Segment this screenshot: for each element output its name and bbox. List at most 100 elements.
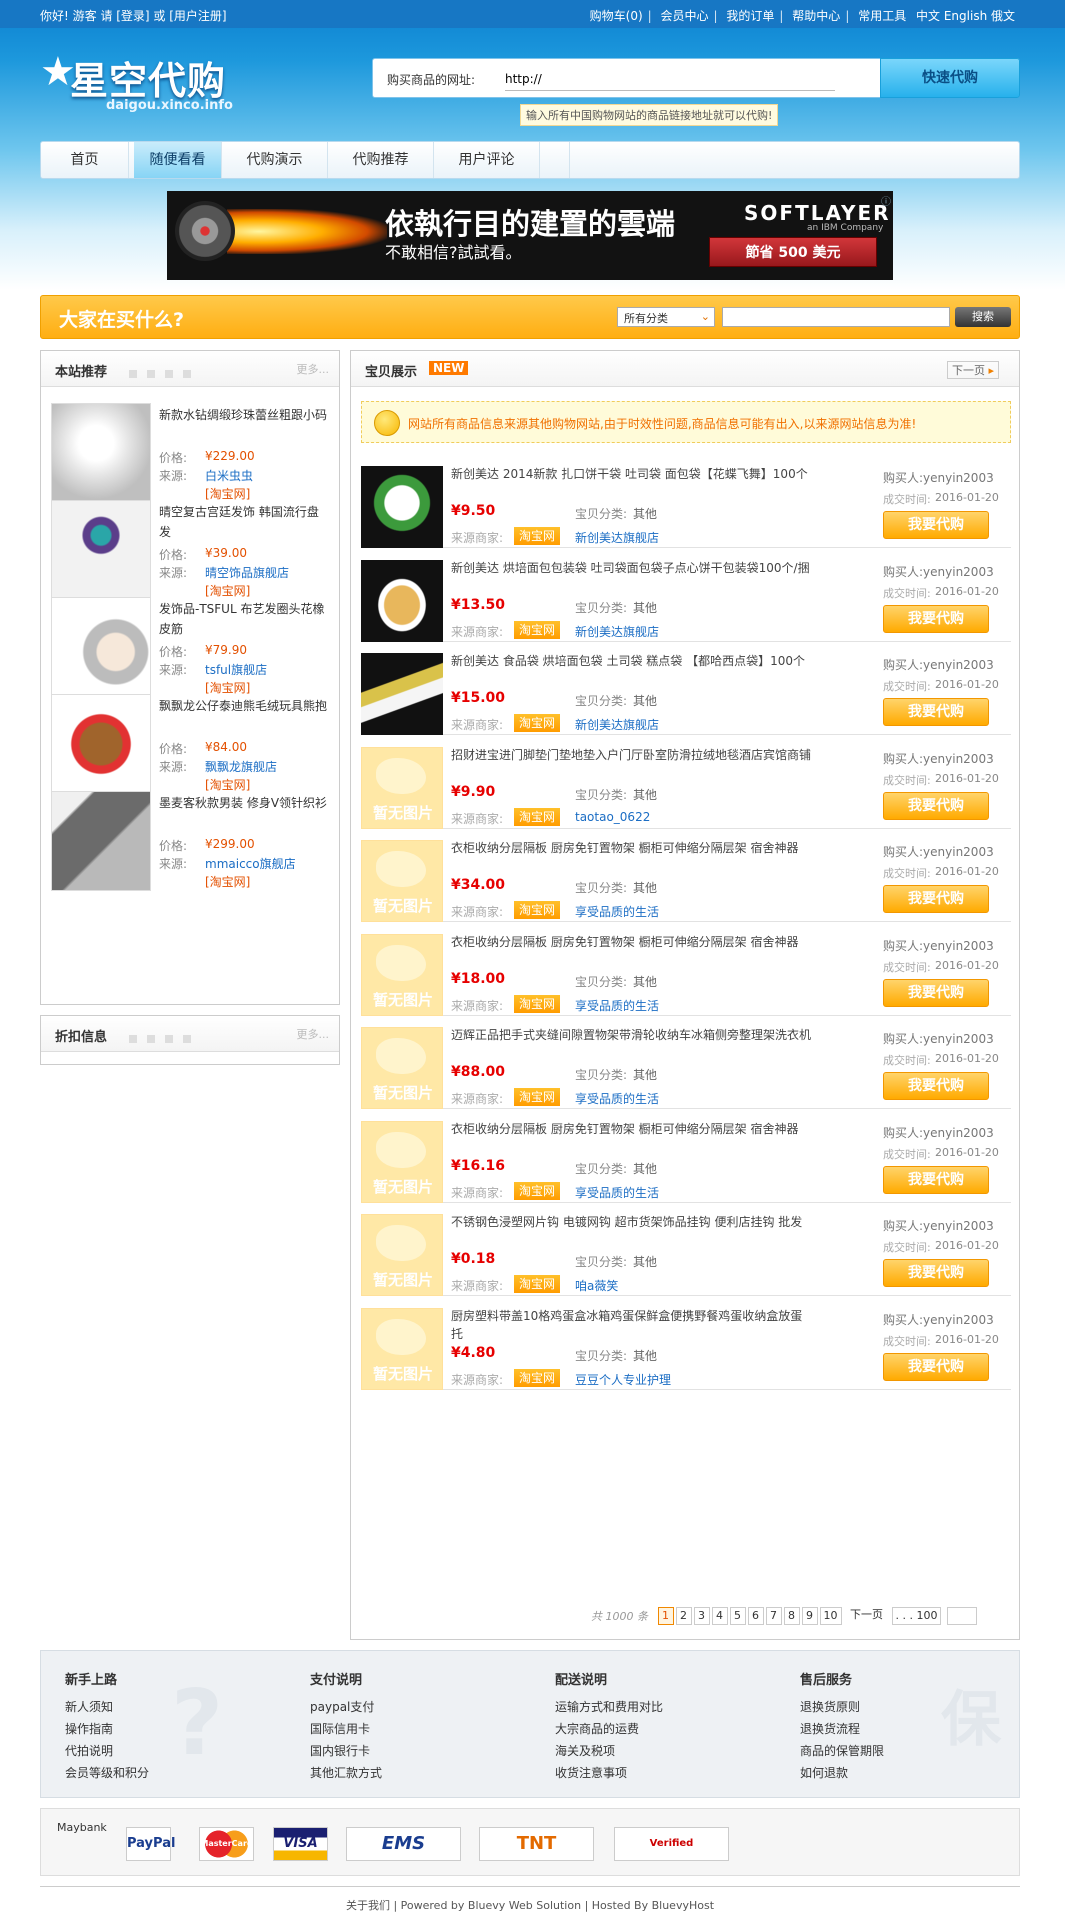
taobao-tag[interactable]: 淘宝网	[514, 901, 560, 919]
taobao-tag[interactable]: 淘宝网	[514, 527, 560, 545]
product-image[interactable]	[361, 559, 443, 642]
taobao-tag[interactable]: 淘宝网	[514, 807, 560, 826]
taobao-tag[interactable]: 淘宝网	[514, 1275, 560, 1293]
footer-link[interactable]: 会员等级和积分	[65, 1762, 265, 1784]
shop-link[interactable]: tsful旗舰店	[205, 661, 267, 678]
recommend-item[interactable]: 发饰品-TSFUL 布艺发圈头花橡皮筋 价格: ¥79.90 来源: tsful…	[51, 597, 329, 701]
footer-link[interactable]: 退换货流程	[800, 1718, 1000, 1740]
product-title[interactable]: 新创美达 2014新款 扎口饼干袋 吐司袋 面包袋【花蝶飞舞】100个	[451, 465, 811, 483]
page-number[interactable]: 7	[765, 1607, 782, 1625]
taobao-tag[interactable]: [淘宝网]	[205, 873, 250, 890]
product-title[interactable]: 招财进宝进门脚垫门垫地垫入户门厅卧室防滑拉绒地毯酒店宾馆商铺	[451, 746, 811, 764]
product-image[interactable]	[361, 466, 443, 548]
site-logo[interactable]: ★ 星空代购 daigou.xinco.info	[40, 48, 240, 118]
product-title[interactable]: 厨房塑料带盖10格鸡蛋盒冰箱鸡蛋保鲜盒便携野餐鸡蛋收纳盒放蛋托	[451, 1307, 811, 1343]
recommend-item[interactable]: 墨麦客秋款男装 修身V领针织衫 价格: ¥299.00 来源: mmaicco旗…	[51, 791, 329, 895]
product-name[interactable]: 晴空复古宫廷发饰 韩国流行盘发	[159, 502, 329, 542]
shop-link[interactable]: 享受品质的生活	[575, 1090, 659, 1107]
product-title[interactable]: 新创美达 烘培面包包装袋 吐司袋面包袋子点心饼干包装袋100个/捆	[451, 559, 811, 577]
nav-demo[interactable]: 代购演示	[222, 142, 328, 178]
product-thumbnail[interactable]	[51, 791, 151, 891]
greeting-text[interactable]: 你好! 游客 请 [登录] 或 [用户注册]	[40, 7, 227, 24]
product-title[interactable]: 不锈钢色浸塑网片钩 电镀网钩 超市货架饰品挂钩 便利店挂钩 批发	[451, 1213, 811, 1231]
url-input[interactable]	[505, 67, 835, 91]
shop-link[interactable]: mmaicco旗舰店	[205, 855, 296, 872]
footer-link[interactable]: paypal支付	[310, 1696, 510, 1718]
footer-link[interactable]: 国际信用卡	[310, 1718, 510, 1740]
taobao-tag[interactable]: 淘宝网	[514, 994, 560, 1013]
footer-link[interactable]: 新人须知	[65, 1696, 265, 1718]
page-number[interactable]: 4	[711, 1607, 728, 1625]
cart-link[interactable]: 购物车(0)	[590, 9, 643, 23]
taobao-tag[interactable]: 淘宝网	[514, 620, 560, 639]
page-number[interactable]: 9	[801, 1607, 818, 1625]
footer-link[interactable]: 退换货原则	[800, 1696, 1000, 1718]
footer-link[interactable]: 其他汇款方式	[310, 1762, 510, 1784]
footer-link[interactable]: 代拍说明	[65, 1740, 265, 1762]
my-orders-link[interactable]: 我的订单	[726, 9, 774, 23]
no-image-placeholder[interactable]: 暂无图片	[361, 1214, 443, 1296]
footer-link[interactable]: 商品的保管期限	[800, 1740, 1000, 1762]
buy-button[interactable]: 我要代购	[883, 1352, 989, 1381]
product-name[interactable]: 飘飘龙公仔泰迪熊毛绒玩具熊抱	[159, 696, 329, 736]
product-title[interactable]: 迈辉正品把手式夹缝间隙置物架带滑轮收纳车冰箱侧旁整理架洗衣机	[451, 1026, 811, 1044]
shop-link[interactable]: 白米虫虫	[205, 467, 253, 484]
product-image[interactable]	[361, 653, 443, 735]
footer-link[interactable]: 收货注意事项	[555, 1762, 755, 1784]
footer-link[interactable]: 大宗商品的运费	[555, 1718, 755, 1740]
no-image-placeholder[interactable]: 暂无图片	[361, 746, 443, 829]
product-thumbnail[interactable]	[51, 694, 151, 794]
tools-link[interactable]: 常用工具	[858, 9, 906, 23]
recommend-item[interactable]: 飘飘龙公仔泰迪熊毛绒玩具熊抱 价格: ¥84.00 来源: 飘飘龙旗舰店 [淘宝…	[51, 694, 329, 798]
taobao-tag[interactable]: 淘宝网	[514, 1181, 560, 1200]
quick-buy-button[interactable]: 快速代购	[880, 58, 1020, 98]
buy-button[interactable]: 我要代购	[883, 791, 989, 820]
buy-button[interactable]: 我要代购	[883, 698, 989, 726]
keyword-input[interactable]	[722, 307, 950, 327]
buy-button[interactable]: 我要代购	[883, 1259, 989, 1287]
buy-button[interactable]: 我要代购	[883, 511, 989, 539]
bottom-footer[interactable]: 关于我们 | Powered by Bluevy Web Solution | …	[40, 1886, 1020, 1913]
product-thumbnail[interactable]	[51, 403, 151, 503]
shop-link[interactable]: 新创美达旗舰店	[575, 529, 659, 546]
language-links[interactable]: 中文 English 俄文	[916, 9, 1015, 23]
nav-recommend[interactable]: 代购推荐	[328, 142, 434, 178]
ad-banner[interactable]: 依執行目的建置的雲端 不敢相信?試試看。 SOFTLAYER an IBM Co…	[167, 191, 893, 280]
next-page-link[interactable]: 下一页 ▸	[946, 361, 999, 379]
page-number[interactable]: 6	[747, 1607, 764, 1625]
pager-last[interactable]: . . . 100	[891, 1607, 942, 1625]
shop-link[interactable]: 飘飘龙旗舰店	[205, 758, 277, 775]
info-icon[interactable]: ⓘ	[881, 193, 891, 208]
page-number[interactable]: 1	[657, 1607, 674, 1625]
page-number[interactable]: 5	[729, 1607, 746, 1625]
taobao-tag[interactable]: 淘宝网	[514, 1088, 560, 1106]
shop-link[interactable]: 享受品质的生活	[575, 997, 659, 1014]
buy-button[interactable]: 我要代购	[883, 1165, 989, 1194]
shop-link[interactable]: 咱a薇笑	[575, 1277, 618, 1294]
product-name[interactable]: 新款水钻绸缎珍珠蕾丝粗跟小码	[159, 405, 329, 445]
shop-link[interactable]: 享受品质的生活	[575, 903, 659, 920]
recommend-more-link[interactable]: 更多...	[297, 361, 330, 377]
shop-link[interactable]: 豆豆个人专业护理	[575, 1371, 671, 1388]
product-title[interactable]: 衣柜收纳分层隔板 厨房免钉置物架 橱柜可伸缩分隔层架 宿舍神器	[451, 839, 811, 857]
product-name[interactable]: 墨麦客秋款男装 修身V领针织衫	[159, 793, 329, 833]
nav-browse[interactable]: 随便看看	[134, 142, 222, 178]
discount-more-link[interactable]: 更多...	[297, 1026, 330, 1042]
footer-link[interactable]: 操作指南	[65, 1718, 265, 1740]
taobao-tag[interactable]: 淘宝网	[514, 714, 560, 732]
page-number[interactable]: 3	[693, 1607, 710, 1625]
no-image-placeholder[interactable]: 暂无图片	[361, 1027, 443, 1109]
no-image-placeholder[interactable]: 暂无图片	[361, 1307, 443, 1390]
product-title[interactable]: 衣柜收纳分层隔板 厨房免钉置物架 橱柜可伸缩分隔层架 宿舍神器	[451, 933, 811, 951]
page-number[interactable]: 10	[819, 1607, 842, 1625]
buy-button[interactable]: 我要代购	[883, 604, 989, 633]
nav-reviews[interactable]: 用户评论	[434, 142, 540, 178]
pager-next[interactable]: 下一页	[847, 1607, 886, 1625]
product-title[interactable]: 衣柜收纳分层隔板 厨房免钉置物架 橱柜可伸缩分隔层架 宿舍神器	[451, 1120, 811, 1138]
footer-link[interactable]: 运输方式和费用对比	[555, 1696, 755, 1718]
pager-jump-input[interactable]	[946, 1607, 977, 1625]
product-thumbnail[interactable]	[51, 597, 151, 697]
no-image-placeholder[interactable]: 暂无图片	[361, 1120, 443, 1203]
footer-link[interactable]: 国内银行卡	[310, 1740, 510, 1762]
member-center-link[interactable]: 会员中心	[661, 9, 709, 23]
